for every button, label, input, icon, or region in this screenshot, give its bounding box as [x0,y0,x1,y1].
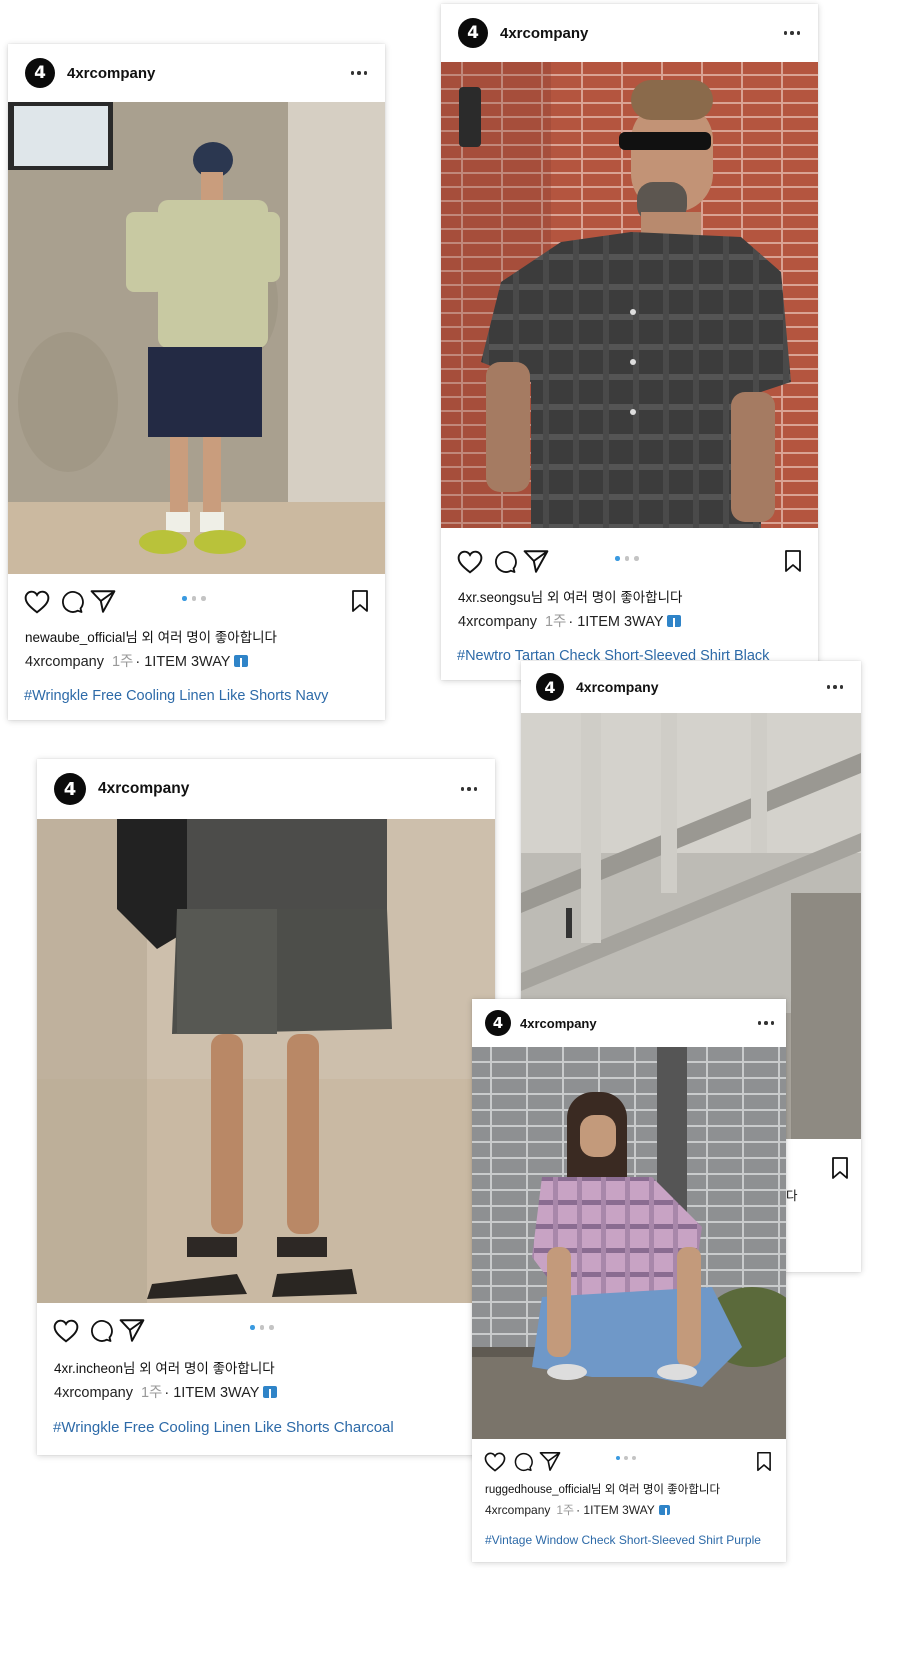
carousel-indicator [615,556,639,561]
avatar[interactable]: 4 [458,18,488,48]
hashtag-link[interactable]: #Vintage Window Check Short-Sleeved Shir… [485,1533,761,1547]
carousel-indicator [616,1456,636,1460]
post-card: 4 4xrcompany [472,999,786,1562]
bookmark-icon[interactable] [784,549,802,573]
shorts-emoji-icon [658,1505,670,1517]
hashtag-link[interactable]: #Wringkle Free Cooling Linen Like Shorts… [24,688,328,704]
comment-icon[interactable] [513,1452,533,1472]
share-icon[interactable] [119,1318,145,1342]
carousel-indicator [182,596,206,601]
action-bar: 4xr.incheon님 외 여러 명이 좋아합니다 4xrcompany 1주 ·… [37,1303,495,1455]
likes-text[interactable]: 4xr.incheon님 외 여러 명이 좋아합니다 [54,1357,275,1377]
avatar[interactable]: 4 [536,673,564,701]
action-bar: ruggedhouse_official님 외 여러 명이 좋아합니다 4xrc… [472,1439,786,1562]
caption-text: · 1ITEM 3WAY [164,1385,260,1401]
caption-text: · 1ITEM 3WAY [568,614,664,630]
comment-icon[interactable] [89,1319,113,1343]
caption-author[interactable]: 4xrcompany [485,1503,550,1517]
post-card: 4 4xrcompany 4xr.incheon님 외 여러 명이 좋아합니다 … [37,759,495,1455]
bookmark-icon[interactable] [756,1451,772,1472]
share-icon[interactable] [523,549,549,573]
post-header: 4 4xrcompany [8,44,385,102]
caption-author[interactable]: 4xrcompany [25,654,104,670]
post-card: 4 4xrcompany [441,4,818,680]
post-card: 4 4xrcompany [8,44,385,720]
caption-text: · 1ITEM 3WAY [135,654,231,670]
likes-text[interactable]: newaube_official님 외 여러 명이 좋아합니다 [25,626,277,646]
heart-icon[interactable] [484,1452,506,1472]
post-photo[interactable] [472,1047,786,1439]
avatar[interactable]: 4 [25,58,55,88]
heart-icon[interactable] [24,590,50,614]
post-photo[interactable] [8,102,385,574]
post-time: 1주 [111,654,134,670]
post-time: 1주 [556,1503,575,1517]
likes-text[interactable]: 4xr.seongsu님 외 여러 명이 좋아합니다 [458,586,682,606]
hashtag-link[interactable]: #Wringkle Free Cooling Linen Like Shorts… [53,1419,394,1436]
caption: 4xrcompany 1주 · 1ITEM 3WAY [458,610,682,631]
username[interactable]: 4xrcompany [67,65,351,82]
likes-text[interactable]: 다 [786,1185,798,1204]
comment-icon[interactable] [60,590,84,614]
likes-text[interactable]: ruggedhouse_official님 외 여러 명이 좋아합니다 [485,1481,720,1497]
bookmark-icon[interactable] [351,589,369,613]
username[interactable]: 4xrcompany [520,1016,758,1031]
action-bar: newaube_official님 외 여러 명이 좋아합니다 4xrcompa… [8,574,385,720]
comment-icon[interactable] [493,550,517,574]
avatar[interactable]: 4 [485,1010,511,1036]
username[interactable]: 4xrcompany [500,25,784,42]
caption: 4xrcompany 1주 · 1ITEM 3WAY [54,1381,278,1402]
username[interactable]: 4xrcompany [98,780,461,798]
more-icon[interactable] [460,787,477,791]
post-photo[interactable] [37,819,495,1303]
more-icon[interactable] [826,685,843,689]
caption: 4xrcompany 1주 · 1ITEM 3WAY [25,650,249,671]
post-header: 4 4xrcompany [472,999,786,1047]
more-icon[interactable] [757,1021,774,1025]
share-icon[interactable] [539,1451,561,1471]
caption-author[interactable]: 4xrcompany [458,614,537,630]
username[interactable]: 4xrcompany [576,679,827,695]
caption: 4xrcompany 1주 · 1ITEM 3WAY [485,1501,670,1518]
shorts-emoji-icon [263,1386,278,1398]
shorts-emoji-icon [667,615,682,627]
avatar[interactable]: 4 [54,773,86,805]
caption-text: · 1ITEM 3WAY [576,1503,655,1517]
heart-icon[interactable] [53,1319,79,1343]
post-time: 1주 [140,1385,163,1401]
shorts-emoji-icon [234,655,249,667]
more-icon[interactable] [350,71,367,75]
share-icon[interactable] [90,589,116,613]
action-bar: 4xr.seongsu님 외 여러 명이 좋아합니다 4xrcompany 1주 ·… [441,528,818,680]
post-photo[interactable] [441,62,818,528]
post-header: 4 4xrcompany [521,661,861,713]
post-header: 4 4xrcompany [37,759,495,819]
carousel-indicator [250,1325,274,1330]
post-header: 4 4xrcompany [441,4,818,62]
heart-icon[interactable] [457,550,483,574]
caption-author[interactable]: 4xrcompany [54,1385,133,1401]
bookmark-icon[interactable] [831,1156,849,1180]
post-time: 1주 [544,614,567,630]
more-icon[interactable] [783,31,800,35]
